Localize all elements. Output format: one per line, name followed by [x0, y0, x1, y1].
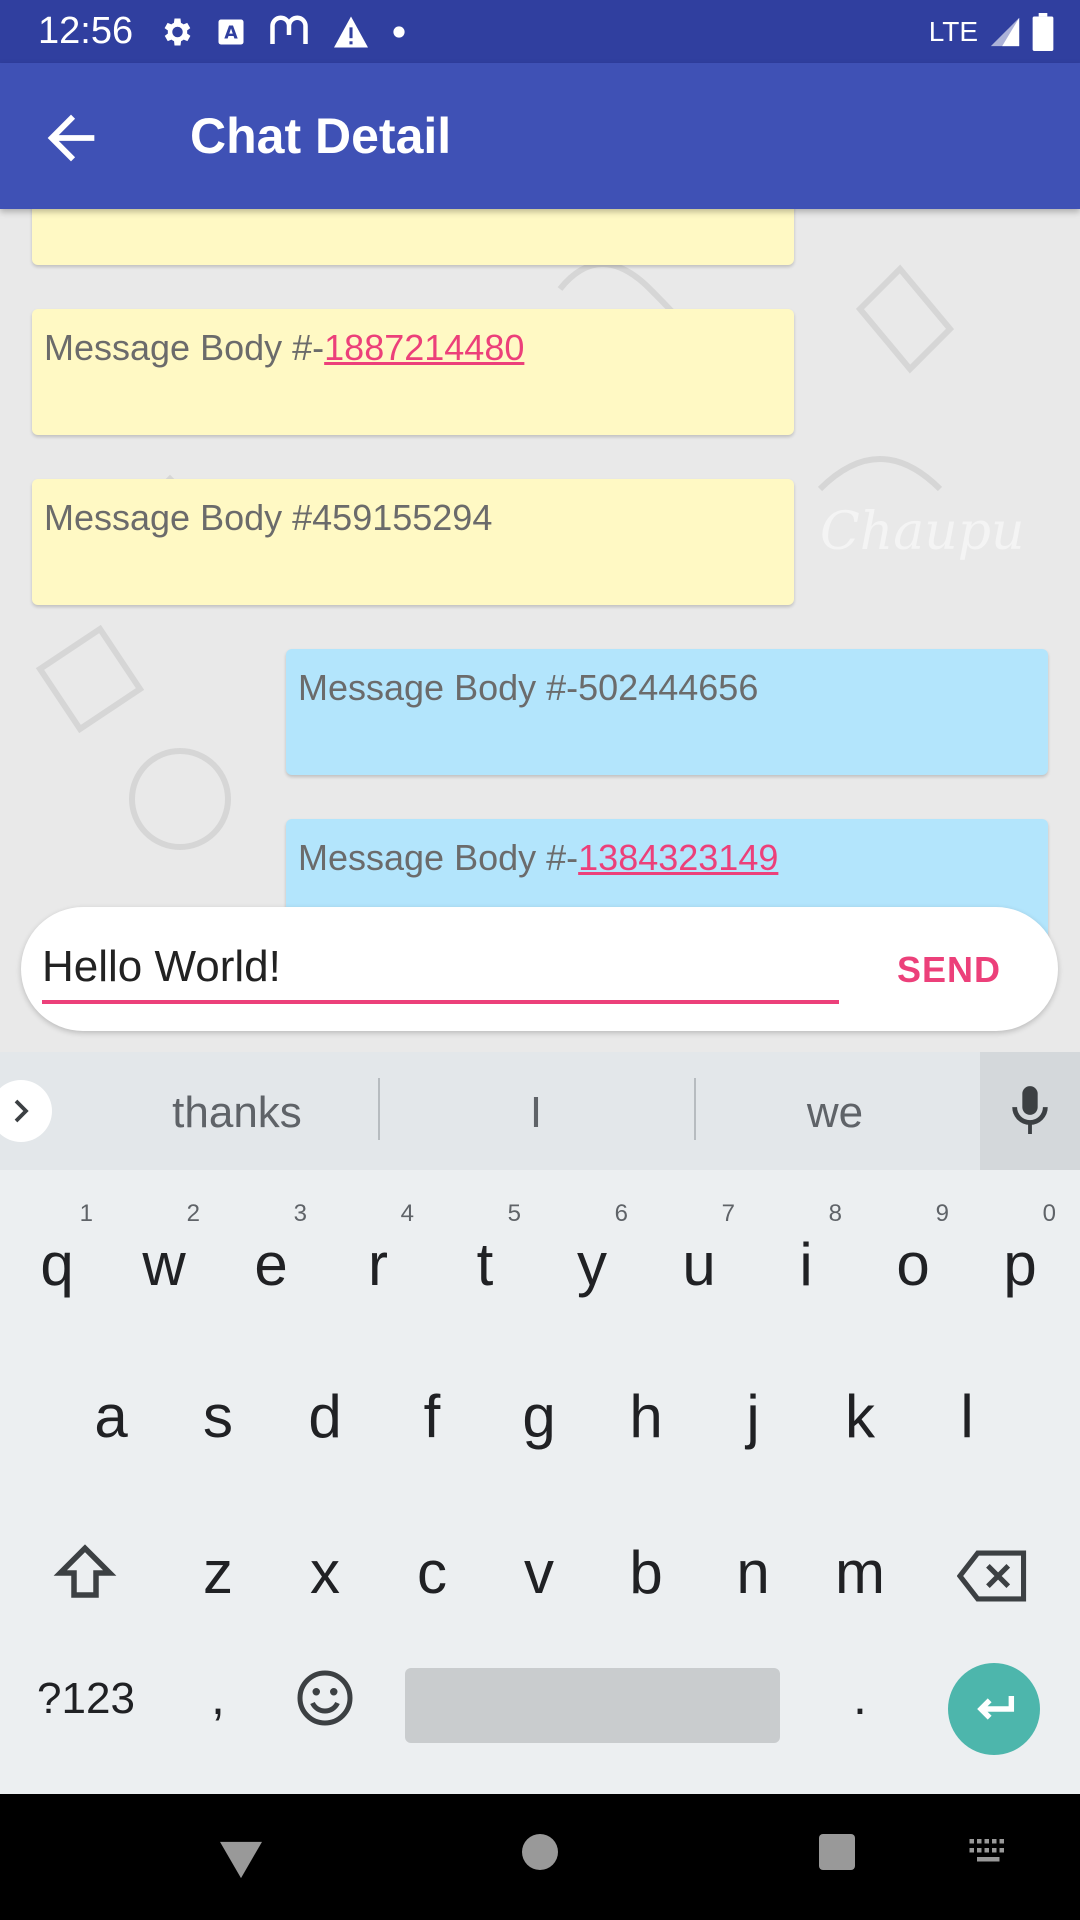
key-j[interactable]: j	[703, 1342, 803, 1472]
chevron-right-icon	[14, 1099, 29, 1123]
soft-keyboard: thanks I we 1q 2w 3e 4r 5t 6y 7u 8i 9o 0…	[0, 1052, 1080, 1794]
emoji-icon	[297, 1670, 353, 1726]
message-text: Message Body #-	[44, 327, 325, 368]
key-k[interactable]: k	[810, 1342, 910, 1472]
keyboard-icon[interactable]	[968, 1836, 1010, 1866]
recents-square-icon[interactable]	[817, 1832, 857, 1872]
suggestion-item[interactable]: thanks	[107, 1088, 367, 1138]
enter-key[interactable]	[948, 1663, 1040, 1755]
key-l[interactable]: l	[917, 1342, 1017, 1472]
symbols-key[interactable]: ?123	[26, 1632, 146, 1762]
message-text: Message Body #459155294	[44, 497, 493, 538]
suggestion-divider	[378, 1078, 380, 1140]
svg-text:A: A	[224, 23, 238, 43]
key-q[interactable]: 1q	[7, 1190, 107, 1320]
key-x[interactable]: x	[275, 1498, 375, 1628]
input-underline	[42, 1000, 839, 1004]
chat-message-list[interactable]: Chaupu Message Body #-1887214480 Message…	[0, 209, 1080, 1052]
voice-input-button[interactable]	[980, 1052, 1080, 1170]
battery-icon	[1032, 13, 1054, 51]
back-button[interactable]	[36, 103, 106, 173]
key-s[interactable]: s	[168, 1342, 268, 1472]
key-d[interactable]: d	[275, 1342, 375, 1472]
arrow-back-icon	[47, 114, 95, 162]
key-m[interactable]: m	[810, 1498, 910, 1628]
key-h[interactable]: h	[596, 1342, 696, 1472]
backspace-icon	[956, 1550, 1027, 1602]
shift-key[interactable]	[35, 1498, 135, 1628]
space-key[interactable]	[405, 1668, 780, 1743]
key-f[interactable]: f	[382, 1342, 482, 1472]
key-u[interactable]: 7u	[649, 1190, 749, 1320]
key-t[interactable]: 5t	[435, 1190, 535, 1320]
message-text: Message Body #-	[298, 837, 579, 878]
signal-icon	[990, 17, 1020, 47]
backspace-key[interactable]	[943, 1498, 1043, 1628]
message-composer: SEND	[21, 907, 1058, 1031]
message-bubble-incoming[interactable]	[32, 209, 794, 265]
suggestion-item[interactable]: we	[705, 1088, 965, 1138]
message-bubble-incoming[interactable]: Message Body #459155294	[32, 479, 794, 605]
status-time: 12:56	[38, 10, 134, 52]
text-a-icon: A	[218, 19, 244, 45]
key-r[interactable]: 4r	[328, 1190, 428, 1320]
key-e[interactable]: 3e	[221, 1190, 321, 1320]
emoji-key[interactable]	[275, 1632, 375, 1762]
key-c[interactable]: c	[382, 1498, 482, 1628]
message-text: Message Body #-502444656	[298, 667, 759, 708]
m-app-icon	[270, 15, 308, 44]
settings-icon	[164, 18, 191, 46]
comma-key[interactable]: ,	[168, 1632, 268, 1762]
page-title: Chat Detail	[190, 108, 452, 164]
suggestion-bar: thanks I we	[0, 1052, 1080, 1170]
back-triangle-icon[interactable]	[218, 1838, 264, 1880]
key-i[interactable]: 8i	[756, 1190, 856, 1320]
send-button[interactable]: SEND	[897, 949, 1001, 991]
phone-link[interactable]: 1887214480	[324, 327, 524, 368]
network-type: LTE	[928, 16, 978, 47]
message-bubble-outgoing[interactable]: Message Body #-502444656	[286, 649, 1048, 775]
message-bubble-incoming[interactable]: Message Body #-1887214480	[32, 309, 794, 435]
key-z[interactable]: z	[168, 1498, 268, 1628]
shift-icon	[53, 1544, 117, 1598]
phone-link[interactable]: 1384323149	[578, 837, 778, 878]
app-bar: Chat Detail	[0, 63, 1080, 209]
key-b[interactable]: b	[596, 1498, 696, 1628]
key-p[interactable]: 0p	[970, 1190, 1070, 1320]
key-g[interactable]: g	[489, 1342, 589, 1472]
home-circle-icon[interactable]	[520, 1832, 560, 1872]
key-n[interactable]: n	[703, 1498, 803, 1628]
dot-icon	[393, 26, 405, 38]
suggestion-expand-button[interactable]	[0, 1080, 52, 1142]
warning-icon	[334, 16, 368, 48]
suggestion-divider	[694, 1078, 696, 1140]
microphone-icon	[1012, 1086, 1048, 1134]
key-v[interactable]: v	[489, 1498, 589, 1628]
message-input[interactable]	[42, 937, 817, 997]
key-w[interactable]: 2w	[114, 1190, 214, 1320]
status-bar: 12:56 A LTE	[0, 0, 1080, 63]
enter-arrow-icon	[977, 1696, 1015, 1720]
wallpaper-watermark: Chaupu	[820, 502, 1025, 562]
key-o[interactable]: 9o	[863, 1190, 963, 1320]
suggestion-item[interactable]: I	[406, 1088, 666, 1138]
system-nav-bar	[0, 1794, 1080, 1920]
key-y[interactable]: 6y	[542, 1190, 642, 1320]
key-a[interactable]: a	[61, 1342, 161, 1472]
period-key[interactable]: .	[810, 1632, 910, 1762]
